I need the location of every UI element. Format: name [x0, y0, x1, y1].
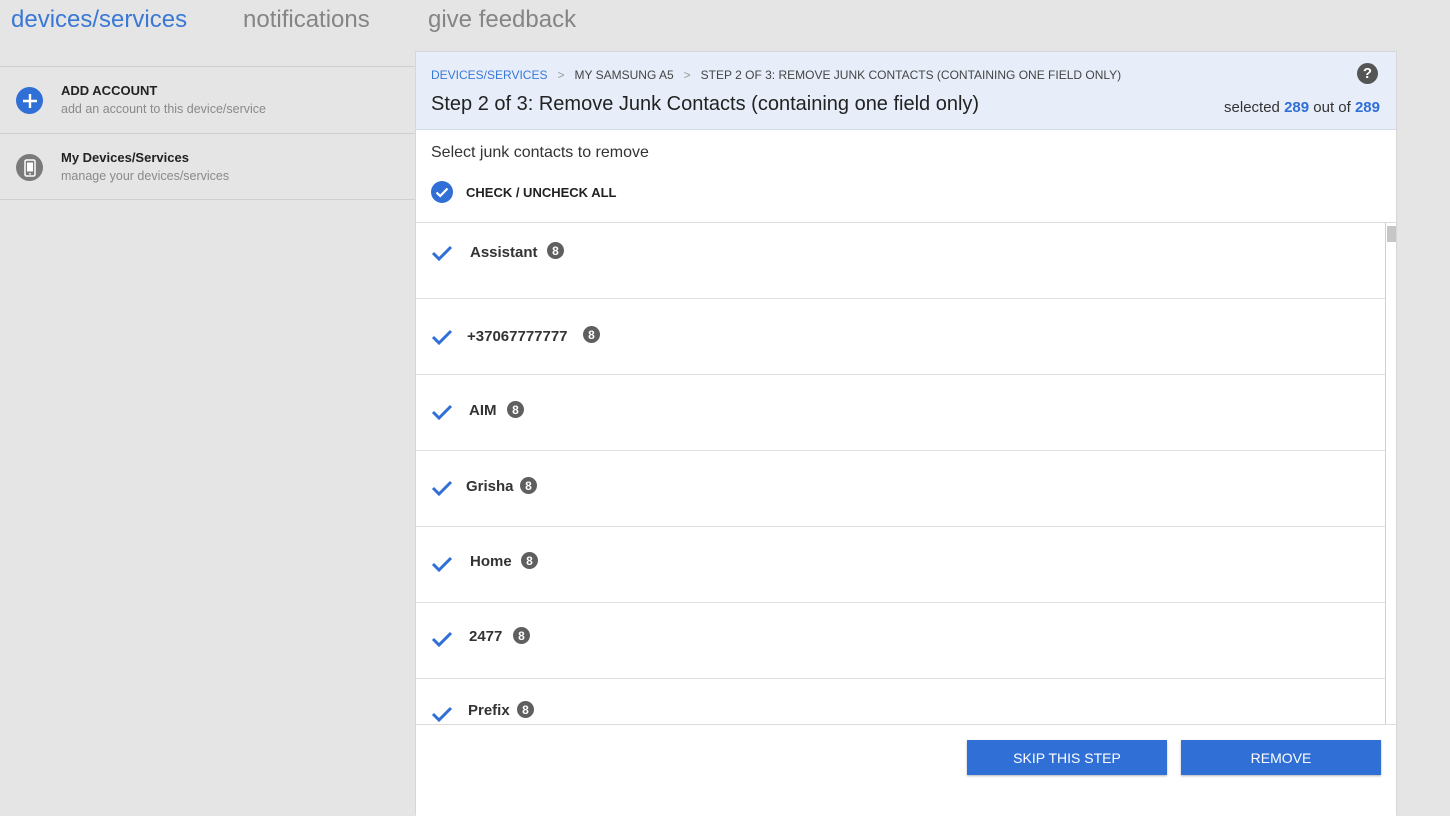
google-icon: 8 — [520, 477, 537, 494]
list-item[interactable]: AIM 8 — [416, 375, 1385, 451]
checkmark-icon[interactable] — [431, 403, 453, 421]
breadcrumb-devices-services[interactable]: DEVICES/SERVICES — [431, 68, 547, 82]
breadcrumb-separator: > — [683, 68, 691, 82]
sidebar-item-title: My Devices/Services — [61, 150, 189, 165]
checkmark-icon[interactable] — [431, 555, 453, 573]
contact-name: Prefix — [468, 702, 510, 719]
google-icon: 8 — [517, 701, 534, 718]
check-all-toggle[interactable]: CHECK / UNCHECK ALL — [431, 180, 616, 204]
list-item[interactable]: Home 8 — [416, 527, 1385, 603]
check-all-label: CHECK / UNCHECK ALL — [466, 184, 617, 200]
breadcrumb-device[interactable]: MY SAMSUNG A5 — [575, 68, 674, 82]
checkmark-icon[interactable] — [431, 328, 453, 346]
remove-button[interactable]: REMOVE — [1181, 740, 1381, 775]
breadcrumb-separator: > — [557, 68, 565, 82]
total-count: 289 — [1354, 99, 1380, 116]
contact-name: Grisha — [466, 478, 514, 495]
phone-icon — [16, 154, 43, 181]
checkmark-icon[interactable] — [431, 705, 453, 723]
sidebar-item-add-account[interactable]: ADD ACCOUNT add an account to this devic… — [0, 66, 415, 133]
checkmark-icon[interactable] — [431, 630, 453, 648]
help-icon[interactable]: ? — [1357, 63, 1378, 84]
breadcrumb-current: STEP 2 OF 3: REMOVE JUNK CONTACTS (CONTA… — [700, 68, 1122, 82]
tab-give-feedback[interactable]: give feedback — [428, 6, 576, 34]
contact-list[interactable]: Assistant 8 +37067777777 8 AIM 8 Grisha … — [416, 222, 1396, 724]
scrollbar-thumb[interactable] — [1387, 226, 1396, 242]
google-icon: 8 — [583, 326, 600, 343]
contact-name: AIM — [469, 402, 497, 419]
google-icon: 8 — [521, 552, 538, 569]
main-panel: DEVICES/SERVICES > MY SAMSUNG A5 > STEP … — [415, 51, 1397, 816]
list-item[interactable]: 2477 8 — [416, 603, 1385, 679]
selection-count: selected 289 out of 289 — [1224, 99, 1380, 116]
google-icon: 8 — [507, 401, 524, 418]
google-icon: 8 — [547, 242, 564, 259]
page-title: Step 2 of 3: Remove Junk Contacts (conta… — [431, 93, 980, 115]
google-icon: 8 — [513, 627, 530, 644]
panel-header: DEVICES/SERVICES > MY SAMSUNG A5 > STEP … — [416, 52, 1396, 130]
sidebar-item-my-devices[interactable]: My Devices/Services manage your devices/… — [0, 133, 415, 200]
list-scrollbar[interactable] — [1385, 223, 1396, 724]
skip-step-button[interactable]: SKIP THIS STEP — [967, 740, 1167, 775]
tab-devices-services[interactable]: devices/services — [11, 6, 187, 34]
sidebar: ADD ACCOUNT add an account to this devic… — [0, 66, 415, 200]
breadcrumb: DEVICES/SERVICES > MY SAMSUNG A5 > STEP … — [431, 68, 1121, 82]
sidebar-item-title: ADD ACCOUNT — [61, 83, 158, 98]
checkmark-icon[interactable] — [431, 479, 453, 497]
list-item[interactable]: Assistant 8 — [416, 223, 1385, 299]
select-instruction: Select junk contacts to remove — [431, 144, 649, 161]
contact-name: +37067777777 — [467, 328, 568, 345]
contact-name: 2477 — [469, 628, 503, 645]
selected-prefix: selected — [1224, 99, 1280, 116]
contact-name: Home — [470, 553, 512, 570]
checkmark-icon[interactable] — [431, 244, 453, 262]
contact-name: Assistant — [470, 244, 538, 261]
list-item[interactable]: Prefix 8 — [416, 679, 1385, 724]
list-item[interactable]: +37067777777 8 — [416, 299, 1385, 375]
plus-icon — [16, 87, 43, 114]
panel-footer: SKIP THIS STEP REMOVE — [416, 724, 1396, 816]
sidebar-item-subtitle: add an account to this device/service — [61, 102, 266, 116]
check-circle-icon — [431, 181, 453, 203]
top-nav: devices/services notifications give feed… — [0, 0, 1450, 46]
sidebar-item-subtitle: manage your devices/services — [61, 169, 230, 183]
tab-notifications[interactable]: notifications — [243, 6, 370, 34]
selected-count: 289 — [1284, 99, 1310, 116]
selected-middle: out of — [1313, 99, 1351, 116]
list-item[interactable]: Grisha 8 — [416, 451, 1385, 527]
